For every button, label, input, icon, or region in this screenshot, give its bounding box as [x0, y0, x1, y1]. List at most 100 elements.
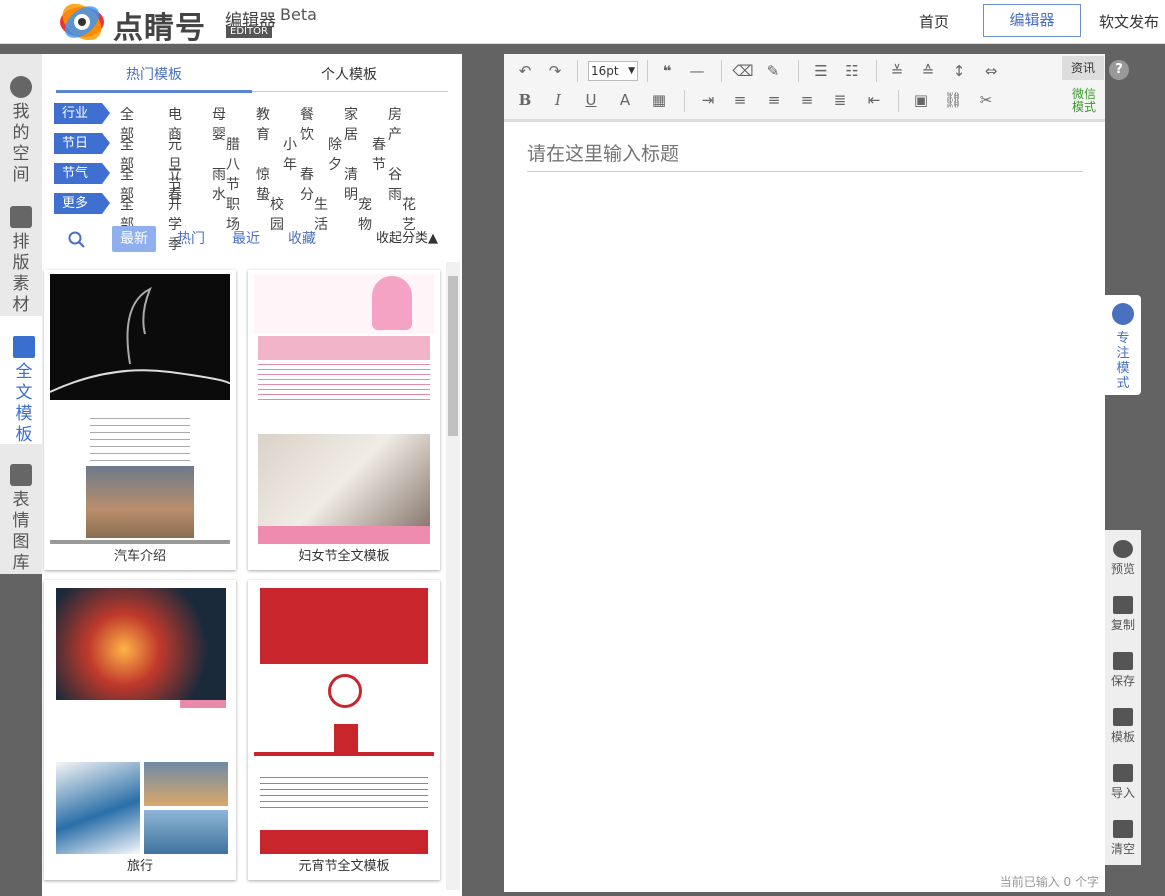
sidebar-item-label: 表情图库: [12, 490, 30, 573]
letter-spacing-icon[interactable]: ⇔: [980, 60, 1002, 82]
template-card[interactable]: 旅行: [44, 580, 236, 880]
underline-icon[interactable]: U: [580, 89, 602, 111]
align-justify-icon[interactable]: ≣: [829, 89, 851, 111]
title-input[interactable]: [527, 136, 1083, 172]
italic-icon[interactable]: I: [547, 89, 569, 111]
focus-mode-button[interactable]: 专注模式: [1105, 295, 1141, 395]
nav-publish[interactable]: 软文发布: [1099, 0, 1159, 44]
category-tag: 行业: [54, 103, 110, 124]
category-item[interactable]: 春分: [300, 164, 314, 204]
import-label: 导入: [1110, 786, 1135, 800]
image-icon: [10, 464, 32, 486]
nav-editor[interactable]: 编辑器: [983, 4, 1081, 37]
insert-image-icon[interactable]: ▣: [910, 89, 932, 111]
category-item[interactable]: 母婴: [212, 104, 226, 144]
category-item[interactable]: 房产: [388, 104, 402, 144]
line-height-icon[interactable]: ↕: [948, 60, 970, 82]
numbered-list-icon[interactable]: ☷: [841, 60, 863, 82]
sidebar-item-my-space[interactable]: 我的空间: [0, 76, 42, 186]
category-item[interactable]: 小年: [283, 134, 297, 174]
space-after-icon[interactable]: ≙: [917, 60, 939, 82]
template-caption: 元宵节全文模板: [248, 854, 440, 880]
edit-icon: [1113, 708, 1133, 726]
copy-label: 复制: [1110, 618, 1135, 632]
font-color-icon[interactable]: A: [614, 89, 636, 111]
template-card[interactable]: 妇女节全文模板: [248, 270, 440, 570]
category-item[interactable]: 家居: [344, 104, 358, 144]
sidebar-item-label: 排版素材: [12, 232, 30, 315]
space-before-icon[interactable]: ≚: [886, 60, 908, 82]
bullet-list-icon[interactable]: ☰: [810, 60, 832, 82]
undo-icon[interactable]: ↶: [514, 60, 536, 82]
font-size-value: 16pt: [591, 64, 619, 78]
category-item[interactable]: 惊蛰: [256, 164, 270, 204]
template-thumbnail: [50, 274, 230, 546]
link-icon[interactable]: ⛓: [942, 89, 964, 111]
template-scrollbar[interactable]: [446, 262, 460, 890]
category-item[interactable]: 谷雨: [388, 164, 402, 204]
tab-underline: [56, 90, 252, 93]
search-icon[interactable]: [68, 231, 86, 249]
category-item[interactable]: 清明: [344, 164, 358, 204]
import-icon: [1113, 764, 1133, 782]
sidebar-item-materials[interactable]: 排版素材: [0, 206, 42, 316]
wechat-mode-toggle[interactable]: 微信模式: [1069, 88, 1099, 114]
align-center-icon[interactable]: ≡: [763, 89, 785, 111]
category-item[interactable]: 腊八节: [226, 134, 240, 194]
nav-home[interactable]: 首页: [919, 0, 949, 44]
logo-beta: Beta: [280, 5, 317, 24]
format-brush-icon[interactable]: ✎: [762, 60, 784, 82]
sidebar-item-label: 全文模板: [15, 362, 33, 445]
editor-area: ↶ ↷ 16pt ▼ ❝ — ⌫ ✎ ☰ ☷ ≚ ≙ ↕ ⇔ 资讯 B I U …: [504, 54, 1105, 892]
indent-icon[interactable]: ⇥: [697, 89, 719, 111]
tab-personal[interactable]: 个人模板: [321, 64, 377, 84]
category-item[interactable]: 除夕: [328, 134, 342, 174]
logo-text: 点睛号: [113, 11, 206, 46]
sidebar-item-templates[interactable]: 全文模板: [0, 316, 48, 445]
chevron-down-icon: ▼: [628, 66, 635, 76]
filter-latest[interactable]: 最新: [112, 226, 156, 252]
background-color-icon[interactable]: ▦: [648, 89, 670, 111]
category-item[interactable]: 春节: [372, 134, 386, 174]
toolbar-divider: [577, 60, 578, 82]
horizontal-rule-icon[interactable]: —: [686, 60, 708, 82]
template-card[interactable]: 元宵节全文模板: [248, 580, 440, 880]
tab-hot[interactable]: 热门模板: [126, 64, 182, 84]
align-left-icon[interactable]: ≡: [729, 89, 751, 111]
category-item[interactable]: 餐饮: [300, 104, 314, 144]
align-right-icon[interactable]: ≡: [796, 89, 818, 111]
outdent-icon[interactable]: ⇤: [863, 89, 885, 111]
import-button[interactable]: 导入: [1105, 764, 1141, 801]
save-button[interactable]: 保存: [1105, 652, 1141, 689]
clear-button[interactable]: 清空: [1105, 820, 1141, 857]
toolbar-divider: [721, 60, 722, 82]
template-thumbnail: [254, 274, 434, 546]
left-sidebar: 我的空间 排版素材 全文模板 表情图库: [0, 54, 48, 574]
top-bar: 点睛号 编辑器 EDITOR Beta 首页 编辑器 软文发布: [0, 0, 1165, 46]
template-icon: [13, 336, 35, 358]
unlink-icon[interactable]: ✂: [975, 89, 997, 111]
filter-favorite[interactable]: 收藏: [288, 226, 316, 252]
sidebar-item-emoji[interactable]: 表情图库: [0, 464, 42, 574]
template-thumbnail: [50, 584, 230, 856]
template-button[interactable]: 模板: [1105, 708, 1141, 745]
redo-icon[interactable]: ↷: [544, 60, 566, 82]
logo-icon: [60, 4, 104, 40]
filter-hot[interactable]: 热门: [177, 226, 205, 252]
preview-button[interactable]: 预览: [1105, 540, 1141, 577]
copy-button[interactable]: 复制: [1105, 596, 1141, 633]
scrollbar-thumb[interactable]: [448, 276, 458, 436]
category-item[interactable]: 教育: [256, 104, 270, 144]
template-grid: 汽车介绍 妇女节全文模板 旅行 元宵节全文模板: [42, 266, 448, 886]
category-item[interactable]: 雨水: [212, 164, 226, 204]
quote-icon[interactable]: ❝: [656, 60, 678, 82]
bold-icon[interactable]: B: [514, 89, 536, 111]
template-caption: 汽车介绍: [44, 544, 236, 570]
template-card[interactable]: 汽车介绍: [44, 270, 236, 570]
eraser-icon[interactable]: ⌫: [732, 60, 754, 82]
font-size-select[interactable]: 16pt ▼: [588, 61, 638, 81]
filter-recent[interactable]: 最近: [232, 226, 260, 252]
collapse-categories[interactable]: 收起分类▲: [376, 226, 438, 252]
news-button[interactable]: 资讯: [1062, 56, 1104, 80]
help-icon[interactable]: ?: [1109, 60, 1129, 80]
